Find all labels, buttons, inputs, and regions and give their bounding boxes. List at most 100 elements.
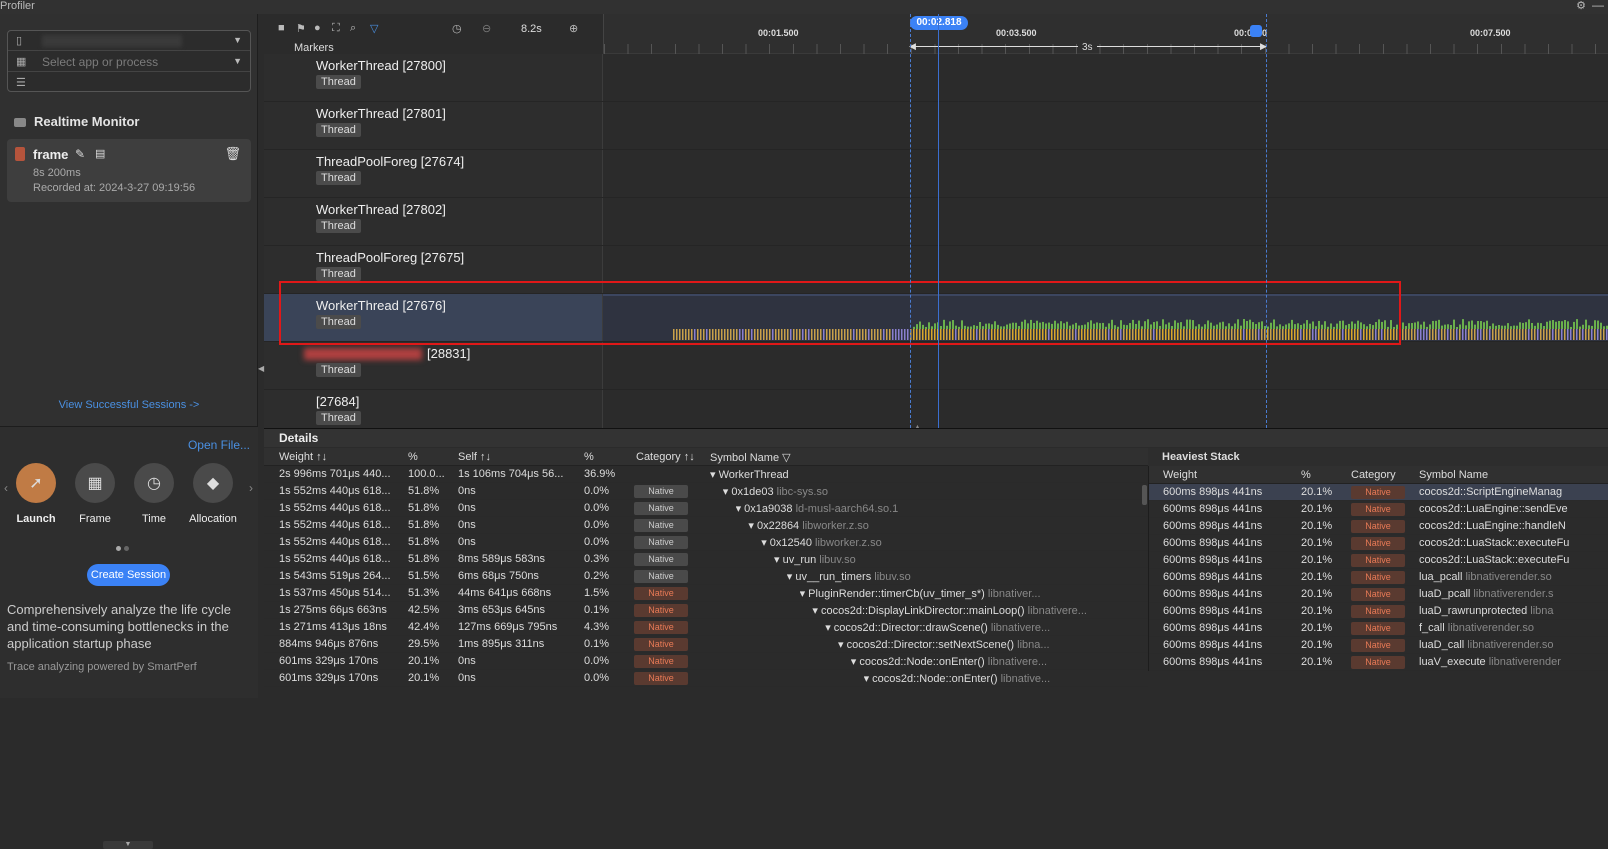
table-row[interactable]: 1s 537ms 450μs 514... 51.3% 44ms 641μs 668…	[264, 585, 1148, 602]
settings-gear-icon[interactable]: ⚙	[1576, 0, 1586, 12]
track-lane[interactable]	[603, 150, 1608, 197]
track-row-selected[interactable]: WorkerThread [27676] Thread	[264, 294, 1608, 342]
col-percent[interactable]: %	[408, 451, 418, 463]
symbol-cell[interactable]: ▾ cocos2d::Director::setNextScene() libn…	[838, 638, 1050, 651]
range-end-handle[interactable]	[1250, 25, 1262, 37]
symbol-cell[interactable]: luaV_execute libnativerender	[1419, 656, 1561, 668]
table-row[interactable]: 600ms 898μs 441ns 20.1% Native luaD_pcall l…	[1149, 586, 1608, 603]
open-file-link[interactable]: Open File...	[188, 438, 250, 452]
chevron-down-icon[interactable]: ▼	[233, 35, 242, 45]
symbol-cell[interactable]: cocos2d::LuaStack::executeFu	[1419, 554, 1569, 566]
panel-collapse-handle[interactable]: ▼	[103, 841, 153, 849]
filter-icon[interactable]: ▽	[370, 22, 378, 35]
symbol-cell[interactable]: ▾ cocos2d::Node::onEnter() libnativere..…	[851, 655, 1047, 668]
table-row[interactable]: 600ms 898μs 441ns 20.1% Native cocos2d::Lua…	[1149, 552, 1608, 569]
track-row[interactable]: WorkerThread [27800] Thread	[264, 54, 1608, 102]
symbol-cell[interactable]: ▾ 0x1a9038 ld-musl-aarch64.so.1	[736, 502, 899, 515]
table-row[interactable]: 1s 271ms 413μs 18ns 42.4% 127ms 669μs 795n…	[264, 619, 1148, 636]
symbol-cell[interactable]: cocos2d::ScriptEngineManag	[1419, 486, 1562, 498]
chevron-down-icon[interactable]: ▼	[233, 56, 242, 66]
symbol-cell[interactable]: cocos2d::LuaEngine::handleN	[1419, 520, 1566, 532]
table-row[interactable]: 600ms 898μs 441ns 20.1% Native luaD_call li…	[1149, 637, 1608, 654]
symbol-cell[interactable]: cocos2d::LuaEngine::sendEve	[1419, 503, 1568, 515]
realtime-monitor-heading[interactable]: Realtime Monitor	[14, 114, 139, 129]
zoom-in-icon[interactable]: ⊕	[569, 22, 578, 35]
track-row[interactable]: [28831] Thread	[264, 342, 1608, 390]
table-row[interactable]: 1s 275ms 66μs 663ns 42.5% 3ms 653μs 645ns 0…	[264, 602, 1148, 619]
storage-row[interactable]: ☰	[8, 73, 250, 93]
process-select-placeholder[interactable]: Select app or process	[42, 55, 158, 69]
symbol-cell[interactable]: ▾ PluginRender::timerCb(uv_timer_s*) lib…	[800, 587, 1041, 600]
symbol-cell[interactable]: ▾ cocos2d::Node::onEnter() libnative...	[864, 672, 1051, 685]
template-launch[interactable]: ➚ Launch	[6, 463, 66, 525]
symbol-cell[interactable]: luaD_pcall libnativerender.s	[1419, 588, 1554, 600]
track-lane[interactable]	[603, 294, 1608, 341]
session-card[interactable]: frame ✎ ▤ 🗑 8s 200ms Recorded at: 2024-3…	[7, 139, 251, 202]
table-row[interactable]: 600ms 898μs 441ns 20.1% Native cocos2d::Lua…	[1149, 518, 1608, 535]
stop-icon[interactable]: ■	[278, 22, 285, 34]
symbol-cell[interactable]: f_call libnativerender.so	[1419, 622, 1534, 634]
process-select-row[interactable]: ▦ Select app or process ▼	[8, 52, 250, 72]
col-category[interactable]: Category	[1351, 469, 1396, 481]
col-self-percent[interactable]: %	[584, 451, 594, 463]
track-row[interactable]: ThreadPoolForeg [27674] Thread	[264, 150, 1608, 198]
zoom-fit-icon[interactable]: ⛶	[332, 22, 340, 35]
table-row[interactable]: 1s 552ms 440μs 618... 51.8% 8ms 589μs 583n…	[264, 551, 1148, 568]
zoom-out-icon[interactable]: ⊖	[482, 22, 491, 35]
table-row[interactable]: 600ms 898μs 441ns 20.1% Native cocos2d::Lua…	[1149, 501, 1608, 518]
track-lane[interactable]	[603, 246, 1608, 293]
col-weight[interactable]: Weight ↑↓	[279, 451, 327, 463]
symbol-cell[interactable]: cocos2d::LuaStack::executeFu	[1419, 537, 1569, 549]
template-frame[interactable]: ▦ Frame	[65, 463, 125, 525]
table-row[interactable]: 600ms 898μs 441ns 20.1% Native f_call libna…	[1149, 620, 1608, 637]
symbol-cell[interactable]: ▾ uv__run_timers libuv.so	[787, 570, 911, 583]
symbol-cell[interactable]: ▾ 0x1de03 libc-sys.so	[723, 485, 828, 498]
track-row[interactable]: WorkerThread [27801] Thread	[264, 102, 1608, 150]
symbol-cell[interactable]: luaD_call libnativerender.so	[1419, 639, 1554, 651]
symbol-cell[interactable]: lua_pcall libnativerender.so	[1419, 571, 1552, 583]
table-row[interactable]: 601ms 329μs 170ns 20.1% 0ns 0.0% Native ▾ coc…	[264, 653, 1148, 670]
table-row[interactable]: 1s 552ms 440μs 618... 51.8% 0ns 0.0% Native ▾…	[264, 483, 1148, 500]
table-row[interactable]: 884ms 946μs 876ns 29.5% 1ms 895μs 311ns 0.1…	[264, 636, 1148, 653]
track-row[interactable]: ThreadPoolForeg [27675] Thread	[264, 246, 1608, 294]
flag-icon[interactable]: ⚑	[296, 22, 306, 35]
template-allocation[interactable]: ◆ Allocation	[183, 463, 243, 525]
template-time[interactable]: ◷ Time	[124, 463, 184, 525]
table-row[interactable]: 1s 543ms 519μs 264... 51.5% 6ms 68μs 750ns…	[264, 568, 1148, 585]
table-row[interactable]: 600ms 898μs 441ns 20.1% Native luaV_execute…	[1149, 654, 1608, 671]
table-row[interactable]: 601ms 329μs 170ns 20.1% 0ns 0.0% Native ▾ coc…	[264, 670, 1148, 687]
col-weight[interactable]: Weight	[1163, 469, 1197, 481]
vertical-scrollbar[interactable]	[1142, 485, 1147, 505]
track-row[interactable]: [27684] Thread	[264, 390, 1608, 428]
table-row[interactable]: 600ms 898μs 441ns 20.1% Native lua_pcall li…	[1149, 569, 1608, 586]
page-dots[interactable]	[116, 540, 132, 554]
symbol-cell[interactable]: ▾ 0x22864 libworker.z.so	[748, 519, 869, 532]
notes-icon[interactable]: ▤	[95, 147, 105, 160]
thread-activity-chart[interactable]	[603, 294, 1608, 342]
col-category[interactable]: Category ↑↓	[636, 451, 695, 463]
track-lane[interactable]	[603, 198, 1608, 245]
table-row[interactable]: 2s 996ms 701μs 440... 100.0... 1s 106ms 70…	[264, 466, 1148, 483]
table-row[interactable]: 600ms 898μs 441ns 20.1% Native luaD_rawrunp…	[1149, 603, 1608, 620]
track-lane[interactable]	[603, 390, 1608, 428]
minimize-icon[interactable]: —	[1592, 0, 1604, 12]
table-row[interactable]: 600ms 898μs 441ns 20.1% Native cocos2d::Lua…	[1149, 535, 1608, 552]
collapse-left-icon[interactable]: ◀	[258, 364, 264, 373]
symbol-cell[interactable]: ▾ uv_run libuv.so	[774, 553, 856, 566]
track-lane[interactable]	[603, 342, 1608, 389]
cursor-time-badge[interactable]: 00:02.818	[910, 16, 968, 30]
symbol-cell[interactable]: ▾ WorkerThread	[710, 468, 789, 481]
device-select-row[interactable]: ▯ ▼	[8, 31, 250, 51]
edit-icon[interactable]: ✎	[75, 147, 85, 161]
col-self[interactable]: Self ↑↓	[458, 451, 491, 463]
device-process-selector[interactable]: ▯ ▼ ▦ Select app or process ▼ ☰	[7, 30, 251, 92]
symbol-cell[interactable]: ▾ 0x12540 libworker.z.so	[761, 536, 882, 549]
create-session-button[interactable]: Create Session	[87, 564, 170, 586]
table-row[interactable]: 1s 552ms 440μs 618... 51.8% 0ns 0.0% Native ▾…	[264, 517, 1148, 534]
col-percent[interactable]: %	[1301, 469, 1311, 481]
col-symbol[interactable]: Symbol Name ▽	[710, 451, 791, 464]
symbol-cell[interactable]: ▾ cocos2d::DisplayLinkDirector::mainLoop…	[812, 604, 1087, 617]
delete-icon[interactable]: 🗑	[224, 146, 241, 162]
view-successful-sessions-link[interactable]: View Successful Sessions ->	[0, 399, 258, 411]
track-row[interactable]: WorkerThread [27802] Thread	[264, 198, 1608, 246]
